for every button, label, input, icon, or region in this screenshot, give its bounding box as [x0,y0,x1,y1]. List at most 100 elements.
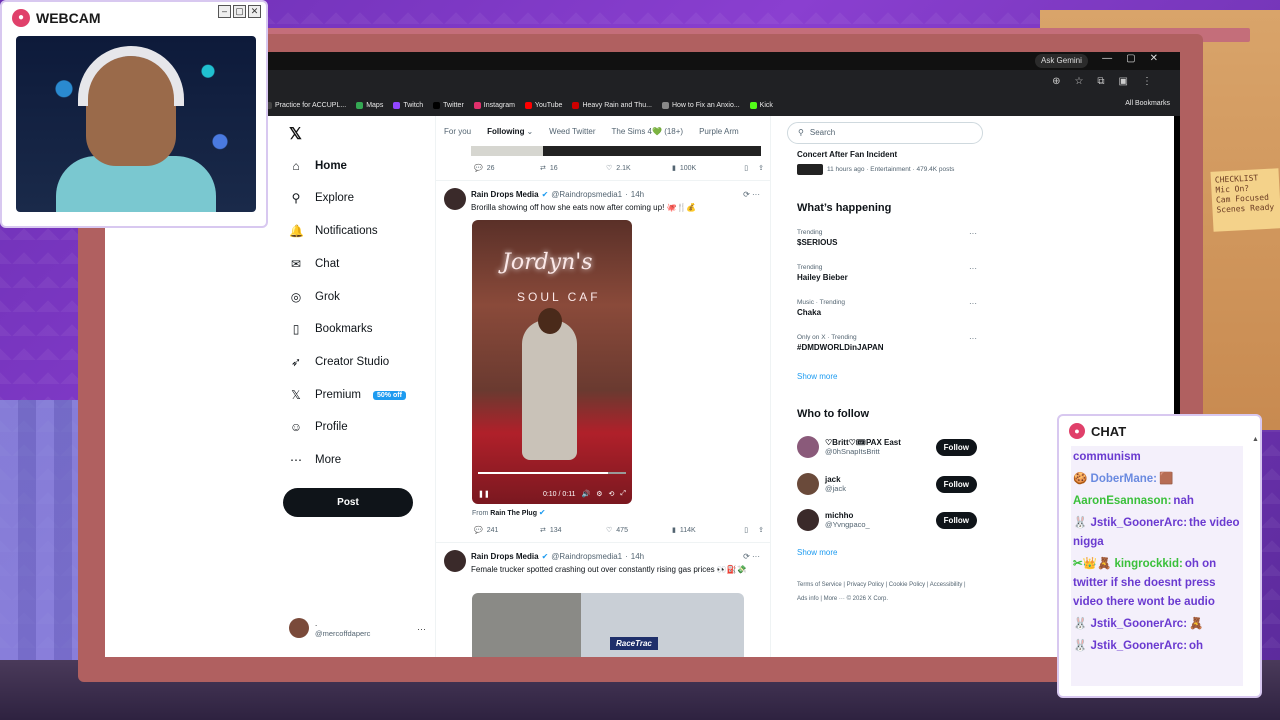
fullscreen-icon[interactable]: ⤢ [620,490,626,498]
nav-item-premium[interactable]: 𝕏 Premium 50% off [289,388,406,402]
search-input[interactable]: ⚲ Search [787,122,983,144]
footer-links[interactable]: Terms of Service | Privacy Policy | Cook… [797,578,977,606]
bookmark-item[interactable]: Instagram [473,101,515,109]
volume-icon[interactable]: 🔊 [582,490,591,498]
checklist-note: CHECKLIST Mic On? Cam Focused Scenes Rea… [1210,168,1280,232]
account-switcher[interactable]: . @mercoffdaperc ··· [289,618,426,638]
timeline-tab[interactable]: Purple Arm [699,127,739,136]
toolbar-icons[interactable]: ⊕☆⧉▣⋮ [1052,76,1166,87]
bookmark-item[interactable]: How to Fix an Anxio... [661,101,740,109]
tweet-more-icon[interactable]: ⟳ ··· [743,552,760,561]
reply-button[interactable]: 💬 26 [474,164,540,173]
previous-tweet-media[interactable] [471,146,761,156]
timeline-tab[interactable]: Weed Twitter [549,127,595,136]
bookmark-item[interactable]: Maps [356,101,383,109]
more-icon[interactable]: ··· [969,299,977,308]
bookmark-item[interactable]: Kick [749,101,773,109]
loop-icon[interactable]: ⟲ [609,490,615,498]
bookmark-item[interactable]: Twitter [433,101,464,109]
chat-overlay: ● CHAT communism 🍪 DoberMane: 🟫 AaronEsanna… [1057,414,1262,698]
close-icon[interactable]: ✕ [248,5,261,18]
nav-item-creator-studio[interactable]: ➶ Creator Studio [289,355,389,369]
top-trend-title[interactable]: Concert After Fan Incident [797,150,897,159]
share-icon[interactable]: ⇪ [758,526,764,534]
timeline-tabs: For you Following ⌄ Weed Twitter The Sims 4💚… [436,116,770,146]
follow-suggestion[interactable]: michho @Yvngpaco_ Follow [797,507,977,533]
tweet-author-handle[interactable]: @Raindropsmedia1 [551,190,622,199]
tweet-author-handle[interactable]: @Raindropsmedia1 [551,552,622,561]
tweet-author-name[interactable]: Rain Drops Media [471,552,539,561]
timeline-tab[interactable]: The Sims 4💚 (18+) [612,127,684,136]
nav-item-bookmarks[interactable]: ▯ Bookmarks [289,322,373,336]
avatar[interactable] [797,436,819,458]
pause-icon[interactable]: ❚❚ [478,490,490,498]
tweet-video[interactable]: RaceTrac [472,593,744,657]
video-controls: ❚❚ 0:10 / 0:11 🔊 ⚙ ⟲ ⤢ [478,490,626,498]
show-more-link[interactable]: Show more [797,548,837,557]
nav-item-more[interactable]: ⋯ More [289,453,341,467]
trend-item[interactable]: Trending $SERIOUS ··· [797,229,977,247]
show-more-link[interactable]: Show more [797,372,837,381]
repost-button[interactable]: ⇄ 16 [540,164,606,173]
follow-button[interactable]: Follow [935,438,977,456]
trend-item[interactable]: Only on X · Trending #DMDWORLDinJAPAN ··· [797,334,977,352]
bookmark-icon[interactable]: ▯ [744,164,748,172]
chevron-down-icon[interactable]: ⌄ [526,127,533,136]
minimize-icon[interactable]: – [218,5,231,18]
follow-button[interactable]: Follow [935,511,977,529]
avatar[interactable] [797,473,819,495]
follow-suggestion[interactable]: ♡Britt♡🎟PAX East @0hSnapItsBritt Follow [797,434,977,460]
tweet-video[interactable]: Jordyn's SOUL CAF ❚❚ 0:10 / 0:11 🔊 ⚙ ⟲ ⤢ [472,220,632,504]
post-button[interactable]: Post [283,488,413,517]
views-button[interactable]: ▮ 100K [672,164,738,173]
video-progress-bar[interactable] [478,472,626,474]
timeline: For you Following ⌄ Weed Twitter The Sims 4💚… [435,116,771,657]
more-icon[interactable]: ··· [969,229,977,238]
x-logo-icon[interactable]: 𝕏 [289,124,302,144]
top-trend-meta: 11 hours ago · Entertainment · 479.4K po… [797,164,954,175]
more-icon[interactable]: ··· [969,264,977,273]
tweet-time[interactable]: 14h [631,190,644,199]
timeline-tab[interactable]: For you [444,127,471,136]
tweet-author-name[interactable]: Rain Drops Media [471,190,539,199]
follow-suggestion[interactable]: jack @jack Follow [797,471,977,497]
trend-item[interactable]: Trending Hailey Bieber ··· [797,264,977,282]
avatar[interactable] [444,188,466,210]
trend-item[interactable]: Music · Trending Chaka ··· [797,299,977,317]
tweet-time[interactable]: 14h [631,552,644,561]
webcam-window-controls: – ▢ ✕ [218,5,261,18]
tweet-more-icon[interactable]: ⟳ ··· [743,190,760,199]
all-bookmarks-link[interactable]: All Bookmarks [1125,100,1170,107]
ask-gemini-button[interactable]: Ask Gemini [1035,54,1088,68]
share-icon[interactable]: ⇪ [758,164,764,172]
bookmark-item[interactable]: Heavy Rain and Thu... [572,101,652,109]
nav-item-grok[interactable]: ◎ Grok [289,290,340,304]
maximize-icon[interactable]: ▢ [233,5,246,18]
bookmark-item[interactable]: Twitch [393,101,423,109]
nav-item-profile[interactable]: ☺ Profile [289,420,348,434]
bookmark-item[interactable]: YouTube [524,101,562,109]
creator-studio-icon: ➶ [290,355,302,369]
repost-button[interactable]: ⇄ 134 [540,526,606,535]
like-button[interactable]: ♡ 475 [606,526,672,535]
views-button[interactable]: ▮ 114K [672,526,738,535]
more-icon[interactable]: ··· [969,334,977,343]
nav-item-home[interactable]: ⌂ Home [289,159,347,173]
source-account-link[interactable]: Rain The Plug [490,510,537,517]
more-icon[interactable]: ··· [417,624,426,634]
timeline-tab[interactable]: Following [487,127,524,136]
reply-button[interactable]: 💬 241 [474,526,540,535]
nav-item-notifications[interactable]: 🔔 Notifications [289,224,378,238]
nav-item-explore[interactable]: ⚲ Explore [289,191,354,205]
tweet-header: Rain Drops Media ✔ @Raindropsmedia1 · 14… [471,552,645,561]
settings-icon[interactable]: ⚙ [596,490,602,498]
window-controls[interactable]: —▢✕ [1102,53,1172,64]
scrollbar[interactable]: ▲ [1252,436,1259,692]
avatar[interactable] [797,509,819,531]
nav-item-chat[interactable]: ✉ Chat [289,257,339,271]
bookmark-icon[interactable]: ▯ [744,526,748,534]
follow-button[interactable]: Follow [935,475,977,493]
bookmark-item[interactable]: Practice for ACCUPL... [265,101,346,109]
like-button[interactable]: ♡ 2.1K [606,164,672,173]
avatar[interactable] [444,550,466,572]
